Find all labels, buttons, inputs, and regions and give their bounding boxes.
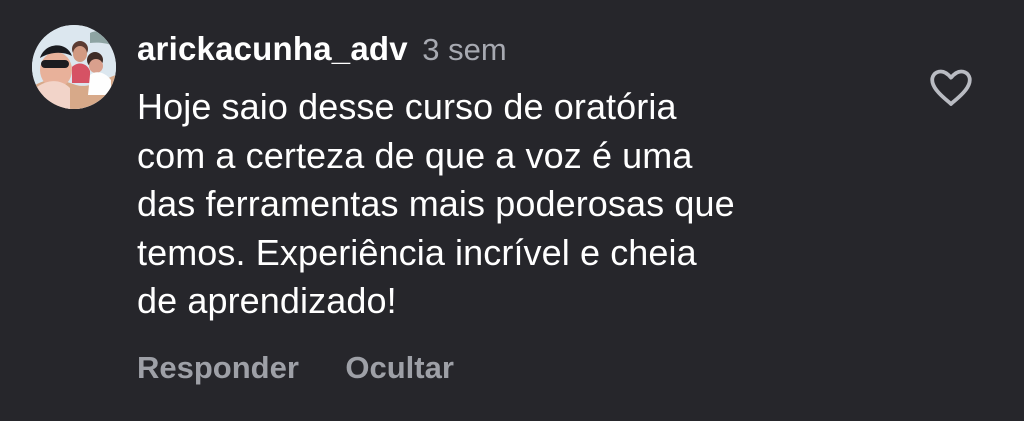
- comment-text: Hoje saio desse curso de oratória com a …: [137, 83, 897, 326]
- timestamp: 3 sem: [422, 32, 507, 67]
- heart-icon: [930, 69, 972, 106]
- comment-text-line: Hoje saio desse curso de oratória: [137, 86, 677, 127]
- hide-button[interactable]: Ocultar: [345, 350, 454, 385]
- comment-header: arickacunha_adv 3 sem: [137, 27, 507, 78]
- comment-text-line: de aprendizado!: [137, 280, 397, 321]
- comment-text-line: com a certeza de que a voz é uma: [137, 134, 693, 176]
- comment-item: arickacunha_adv 3 sem Hoje saio desse cu…: [0, 0, 1024, 421]
- reply-button[interactable]: Responder: [137, 350, 299, 385]
- comment-text-line: das ferramentas mais poderosas que: [137, 183, 735, 224]
- like-button[interactable]: [928, 66, 974, 110]
- comment-text-line: temos. Experiência incrível e cheia: [137, 231, 697, 273]
- avatar[interactable]: [32, 25, 116, 109]
- username[interactable]: arickacunha_adv: [137, 30, 408, 67]
- avatar-image: [32, 25, 116, 109]
- comment-actions: Responder Ocultar: [137, 346, 454, 396]
